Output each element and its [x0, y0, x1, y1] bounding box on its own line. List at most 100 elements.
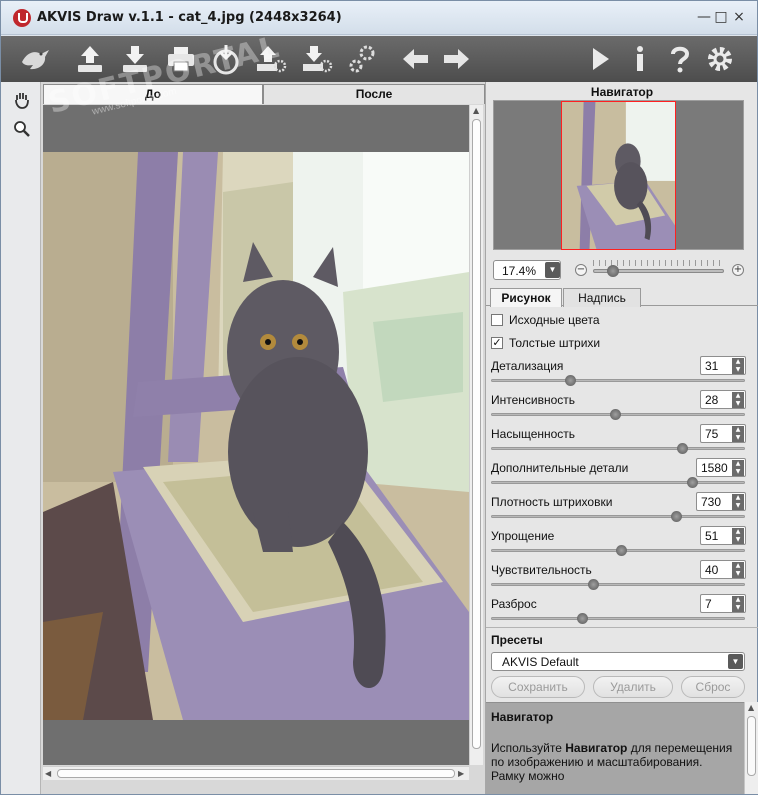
spin-down-icon[interactable]: ▼ — [732, 604, 744, 612]
info-icon[interactable] — [623, 42, 657, 76]
param-slider-track[interactable] — [491, 379, 745, 382]
zoom-out-button[interactable]: − — [575, 264, 587, 276]
zoom-in-button[interactable]: + — [732, 264, 744, 276]
tab-before[interactable]: До — [43, 84, 263, 104]
thick-strokes-label: Толстые штрихи — [509, 336, 601, 350]
maximize-button[interactable]: □ — [712, 8, 730, 26]
print-icon[interactable] — [164, 42, 198, 76]
tab-after[interactable]: После — [263, 84, 485, 104]
param-hatching-density: Плотность штриховки 730 ▲ ▼ — [486, 492, 758, 529]
export-batch-icon[interactable] — [254, 42, 288, 76]
param-label: Плотность штриховки — [491, 495, 613, 509]
chevron-down-icon[interactable]: ▼ — [545, 262, 560, 278]
navigator-preview[interactable] — [493, 100, 744, 250]
spin-down-icon[interactable]: ▼ — [732, 536, 744, 544]
vertical-scroll-thumb[interactable] — [472, 119, 481, 749]
save-preset-button[interactable]: Сохранить — [491, 676, 585, 698]
help-scrollbar[interactable]: ▲ — [744, 702, 758, 794]
plugin-settings-icon[interactable] — [345, 42, 379, 76]
scroll-left-arrow-icon[interactable]: ◀ — [45, 769, 51, 778]
param-spinbox[interactable]: 31 ▲ ▼ — [700, 356, 746, 375]
share-icon[interactable] — [209, 42, 243, 76]
param-spinbox[interactable]: 75 ▲ ▼ — [700, 424, 746, 443]
save-icon[interactable] — [118, 42, 152, 76]
undo-arrow-icon[interactable] — [399, 42, 433, 76]
spin-down-icon[interactable]: ▼ — [732, 434, 744, 442]
param-slider-knob[interactable] — [671, 511, 683, 522]
open-icon[interactable] — [73, 42, 107, 76]
horizontal-scrollbar[interactable]: ◀ ▶ — [43, 766, 469, 780]
spin-down-icon[interactable]: ▼ — [732, 366, 744, 374]
redo-arrow-icon[interactable] — [439, 42, 473, 76]
param-spinbox[interactable]: 730 ▲ ▼ — [696, 492, 746, 511]
preset-select[interactable]: AKVIS Default ▼ — [491, 652, 745, 671]
param-slider-knob[interactable] — [676, 443, 688, 454]
spin-up-icon[interactable]: ▲ — [732, 392, 744, 400]
param-slider-knob[interactable] — [577, 613, 589, 624]
scroll-up-arrow-icon[interactable]: ▲ — [473, 106, 479, 115]
preferences-gear-icon[interactable] — [703, 42, 737, 76]
spin-down-icon[interactable]: ▼ — [732, 502, 744, 510]
param-slider-knob[interactable] — [564, 375, 576, 386]
tab-drawing[interactable]: Рисунок — [490, 288, 562, 307]
tab-caption[interactable]: Надпись — [563, 288, 641, 307]
param-value: 7 — [705, 597, 712, 611]
param-value: 28 — [705, 393, 719, 407]
main-toolbar — [1, 36, 757, 82]
spin-up-icon[interactable]: ▲ — [732, 596, 744, 604]
delete-preset-button[interactable]: Удалить — [593, 676, 673, 698]
param-simplification: Упрощение 51 ▲ ▼ — [486, 526, 758, 563]
spin-up-icon[interactable]: ▲ — [732, 358, 744, 366]
param-spinbox[interactable]: 40 ▲ ▼ — [700, 560, 746, 579]
zoom-slider-knob[interactable] — [606, 265, 619, 277]
zoom-select[interactable]: 17.4% ▼ — [493, 260, 561, 280]
param-detail: Детализация 31 ▲ ▼ — [486, 356, 758, 393]
spin-up-icon[interactable]: ▲ — [732, 460, 744, 468]
original-colors-label: Исходные цвета — [509, 313, 600, 327]
zoom-value: 17.4% — [501, 264, 537, 278]
thick-strokes-checkbox[interactable]: ✓ — [491, 337, 503, 349]
vertical-scrollbar[interactable]: ▲ — [469, 105, 483, 765]
param-slider-track[interactable] — [491, 617, 745, 620]
param-spinbox[interactable]: 7 ▲ ▼ — [700, 594, 746, 613]
param-label: Разброс — [491, 597, 537, 611]
reset-preset-button[interactable]: Сброс — [681, 676, 745, 698]
spin-up-icon[interactable]: ▲ — [732, 426, 744, 434]
scroll-right-arrow-icon[interactable]: ▶ — [458, 769, 464, 778]
hand-tool-icon[interactable] — [13, 91, 31, 109]
run-icon[interactable] — [583, 42, 617, 76]
navigator-view-frame[interactable] — [561, 101, 676, 250]
param-slider-knob[interactable] — [615, 545, 627, 556]
akvis-bird-logo-icon — [19, 42, 53, 76]
spin-down-icon[interactable]: ▼ — [732, 468, 744, 476]
chevron-down-icon[interactable]: ▼ — [728, 654, 743, 669]
param-slider-track[interactable] — [491, 583, 745, 586]
import-batch-icon[interactable] — [300, 42, 334, 76]
help-icon[interactable] — [663, 42, 697, 76]
title-bar: AKVIS Draw v.1.1 - cat_4.jpg (2448x3264)… — [1, 1, 757, 35]
param-spinbox[interactable]: 1580 ▲ ▼ — [696, 458, 746, 477]
param-slider-track[interactable] — [491, 515, 745, 518]
help-scroll-thumb[interactable] — [747, 716, 756, 776]
spin-down-icon[interactable]: ▼ — [732, 400, 744, 408]
minimize-button[interactable]: — — [695, 8, 713, 26]
param-label: Чувствительность — [491, 563, 592, 577]
original-colors-checkbox[interactable] — [491, 314, 503, 326]
horizontal-scroll-thumb[interactable] — [57, 769, 455, 778]
param-slider-knob[interactable] — [686, 477, 698, 488]
param-slider-knob[interactable] — [587, 579, 599, 590]
param-spinbox[interactable]: 51 ▲ ▼ — [700, 526, 746, 545]
close-button[interactable]: × — [730, 8, 748, 26]
spin-up-icon[interactable]: ▲ — [732, 562, 744, 570]
scroll-up-arrow-icon[interactable]: ▲ — [748, 703, 754, 712]
param-spinbox[interactable]: 28 ▲ ▼ — [700, 390, 746, 409]
spin-up-icon[interactable]: ▲ — [732, 528, 744, 536]
param-slider-knob[interactable] — [610, 409, 622, 420]
param-label: Интенсивность — [491, 393, 576, 407]
image-canvas[interactable] — [43, 105, 469, 765]
param-slider-track[interactable] — [491, 481, 745, 484]
spin-down-icon[interactable]: ▼ — [732, 570, 744, 578]
spin-up-icon[interactable]: ▲ — [732, 494, 744, 502]
param-slider-track[interactable] — [491, 447, 745, 450]
zoom-tool-icon[interactable] — [13, 120, 31, 138]
